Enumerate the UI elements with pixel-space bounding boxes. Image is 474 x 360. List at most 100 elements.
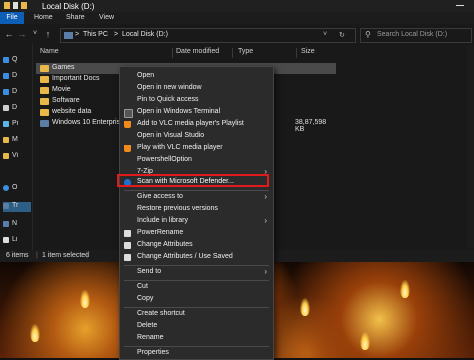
vlc-icon <box>124 145 131 152</box>
quick-access-toolbar <box>4 2 30 10</box>
menu-item-powershell-option[interactable]: PowershellOption <box>120 155 273 166</box>
navigation-bar: ← → ˅ ↑ > This PC > Local Disk (D:) ˅ ↻ … <box>0 25 474 43</box>
linux-icon <box>3 237 9 243</box>
menu-item-delete[interactable]: Delete <box>120 321 273 332</box>
selection-count: 1 item selected <box>42 252 90 259</box>
minimize-icon <box>456 5 464 6</box>
file-size: 38,87,598 KB <box>295 119 327 133</box>
menu-item-open-new-window[interactable]: Open in new window <box>120 83 273 94</box>
menu-item-send-to[interactable]: Send to › <box>120 267 273 278</box>
submenu-arrow-icon: › <box>264 192 267 201</box>
menu-divider <box>124 190 269 191</box>
forward-arrow-icon[interactable]: → <box>17 29 27 39</box>
folder-icon <box>40 98 49 105</box>
sidebar-item-onedrive[interactable]: O <box>3 184 31 194</box>
tab-view[interactable]: View <box>99 14 114 21</box>
sidebar-item-videos[interactable]: Vi <box>3 152 31 162</box>
breadcrumb-local-disk[interactable]: Local Disk (D:) <box>122 31 168 38</box>
menu-item-powerrename[interactable]: PowerRename <box>120 228 273 239</box>
menu-divider <box>124 307 269 308</box>
this-pc-icon <box>3 203 9 209</box>
chevron-down-icon[interactable]: ˅ <box>323 31 327 38</box>
menu-item-change-attributes[interactable]: Change Attributes <box>120 240 273 251</box>
search-placeholder: Search Local Disk (D:) <box>377 31 448 38</box>
menu-item-properties[interactable]: Properties <box>120 348 273 359</box>
search-icon: ⚲ <box>365 30 371 39</box>
breadcrumb-this-pc[interactable]: This PC <box>83 31 108 38</box>
menu-item-restore-versions[interactable]: Restore previous versions <box>120 204 273 215</box>
document-icon <box>3 105 9 111</box>
column-header-type[interactable]: Type <box>238 48 253 55</box>
cloud-icon <box>3 185 9 191</box>
menu-item-pin-quick-access[interactable]: Pin to Quick access <box>120 95 273 106</box>
folder-icon <box>40 65 49 72</box>
menu-item-open-visual-studio[interactable]: Open in Visual Studio <box>120 131 273 142</box>
folder-icon <box>3 153 9 159</box>
column-divider[interactable] <box>172 48 173 58</box>
sidebar-item-desktop[interactable]: D <box>3 72 31 82</box>
sidebar-item-this-pc[interactable]: Tr <box>3 202 31 212</box>
menu-divider <box>124 346 269 347</box>
folder-icon <box>3 137 9 143</box>
menu-divider <box>124 280 269 281</box>
star-icon <box>3 57 9 63</box>
crumb-separator: > <box>75 31 80 38</box>
download-icon <box>3 89 9 95</box>
folder-icon <box>4 2 10 9</box>
sidebar-item-linux[interactable]: Li <box>3 236 31 246</box>
window-title: Local Disk (D:) <box>42 2 95 11</box>
column-divider[interactable] <box>232 48 233 58</box>
crumb-separator: > <box>114 31 119 38</box>
refresh-icon[interactable]: ↻ <box>339 31 345 39</box>
sidebar-item-pictures[interactable]: Pi <box>3 120 31 130</box>
rename-icon <box>124 230 131 237</box>
menu-item-change-attributes-saved[interactable]: Change Attributes / Use Saved <box>120 252 273 263</box>
tab-home[interactable]: Home <box>34 14 53 21</box>
menu-item-rename[interactable]: Rename <box>120 333 273 344</box>
up-arrow-icon[interactable]: ↑ <box>43 29 53 39</box>
column-header-date[interactable]: Date modified <box>176 48 219 55</box>
menu-item-create-shortcut[interactable]: Create shortcut <box>120 309 273 320</box>
item-count: 6 items <box>6 252 29 259</box>
address-bar[interactable]: > This PC > Local Disk (D:) ˅ ↻ <box>60 28 356 43</box>
menu-item-include-library[interactable]: Include in library › <box>120 216 273 227</box>
context-menu: Open Open in new window Pin to Quick acc… <box>119 66 274 360</box>
picture-icon <box>3 121 9 127</box>
menu-item-copy[interactable]: Copy <box>120 294 273 305</box>
menu-item-give-access[interactable]: Give access to › <box>120 192 273 203</box>
sidebar-item-documents[interactable]: D <box>3 104 31 114</box>
properties-icon[interactable] <box>13 2 18 9</box>
sidebar-item-downloads[interactable]: D <box>3 88 31 98</box>
sidebar-item-music[interactable]: M <box>3 136 31 146</box>
disc-image-icon <box>40 120 49 127</box>
new-folder-icon[interactable] <box>21 2 27 9</box>
menu-item-play-vlc[interactable]: Play with VLC media player <box>120 143 273 154</box>
submenu-arrow-icon: › <box>264 216 267 225</box>
title-bar: Local Disk (D:) <box>0 0 474 12</box>
minimize-button[interactable] <box>446 0 474 12</box>
tab-file[interactable]: File <box>0 12 24 24</box>
network-icon <box>3 221 9 227</box>
tab-share[interactable]: Share <box>66 14 85 21</box>
recent-locations-icon[interactable]: ˅ <box>30 29 40 39</box>
column-divider[interactable] <box>296 48 297 58</box>
attributes-icon <box>124 254 131 261</box>
menu-item-open-terminal[interactable]: Open in Windows Terminal <box>120 107 273 118</box>
vertical-scrollbar[interactable] <box>466 46 474 248</box>
sidebar-item-quick-access[interactable]: Q <box>3 56 31 66</box>
submenu-arrow-icon: › <box>264 267 267 276</box>
menu-item-cut[interactable]: Cut <box>120 282 273 293</box>
desktop-icon <box>3 73 9 79</box>
back-arrow-icon[interactable]: ← <box>4 29 14 39</box>
attributes-icon <box>124 242 131 249</box>
sidebar-item-network[interactable]: N <box>3 220 31 230</box>
highlight-annotation-box <box>117 174 269 187</box>
column-headers: Name Date modified Type Size <box>36 46 474 60</box>
menu-item-open[interactable]: Open <box>120 71 273 82</box>
navigation-pane: Q D D D Pi M Vi O Tr N Li <box>0 44 33 250</box>
column-header-name[interactable]: Name <box>40 48 59 55</box>
menu-item-add-vlc-playlist[interactable]: Add to VLC media player's Playlist <box>120 119 273 130</box>
folder-icon <box>40 109 49 116</box>
search-box[interactable]: ⚲ Search Local Disk (D:) <box>360 28 472 43</box>
column-header-size[interactable]: Size <box>301 48 315 55</box>
